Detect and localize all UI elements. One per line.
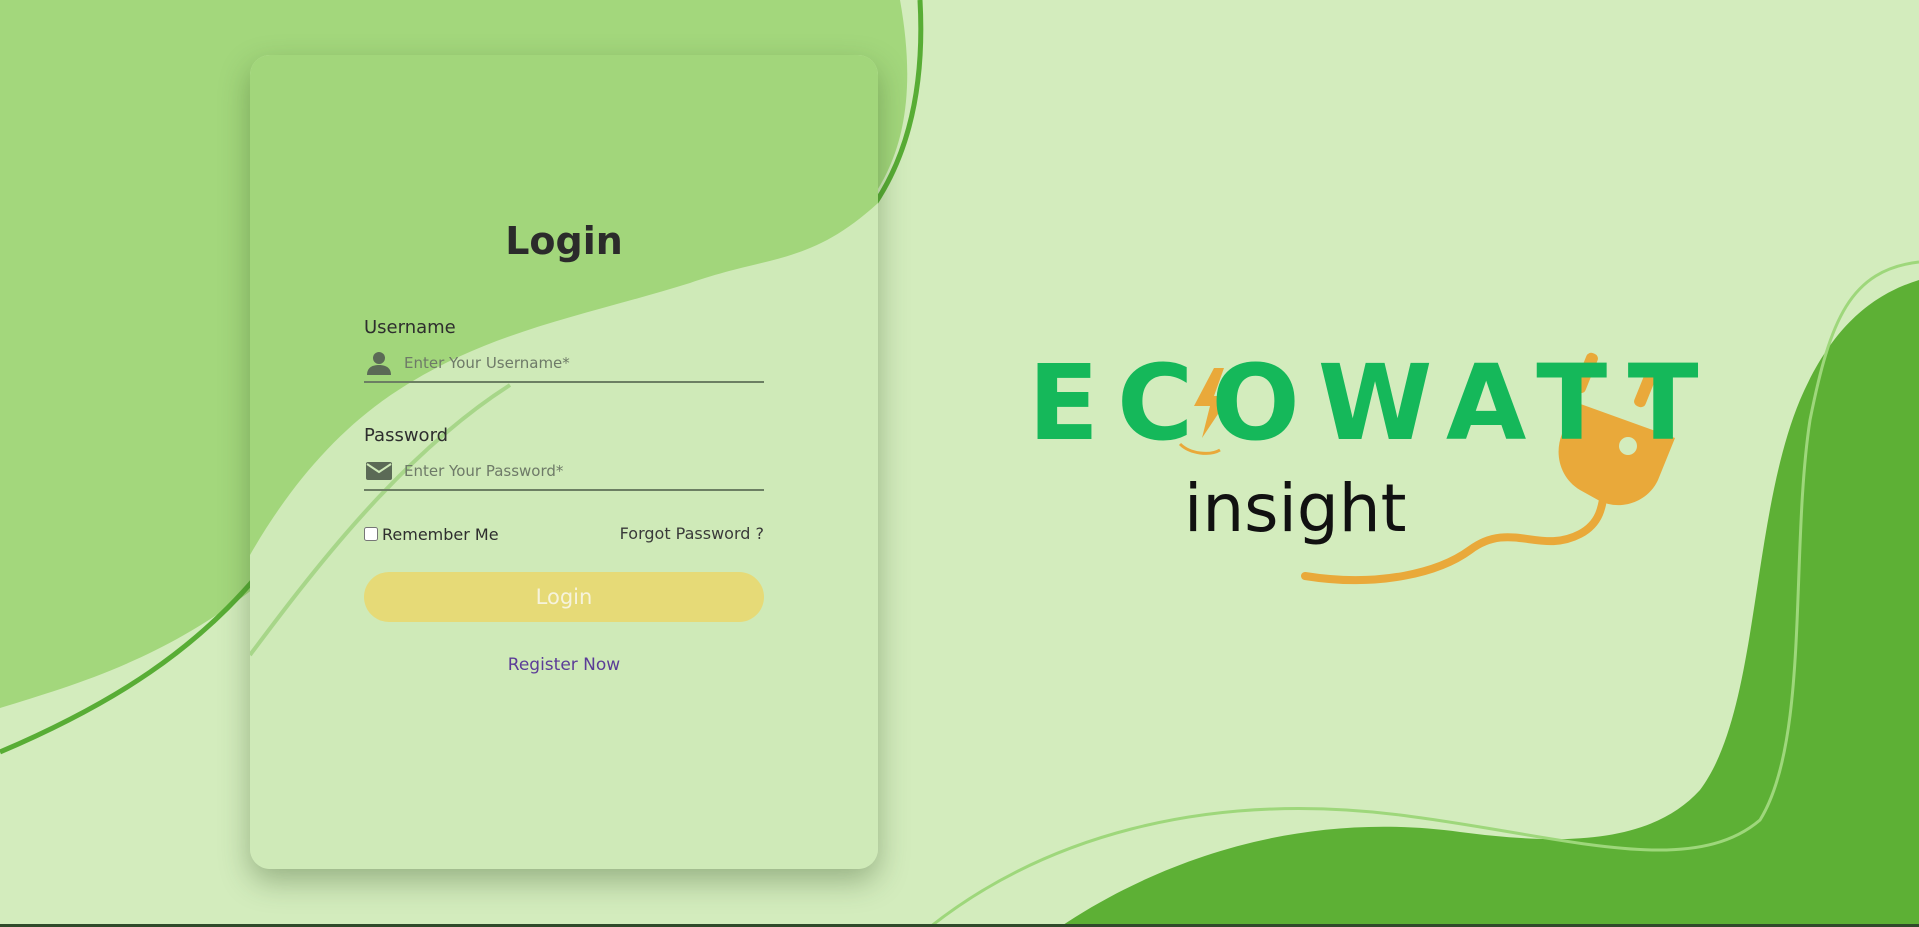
ecowatt-logo: ECOWATT insight <box>1020 340 1700 600</box>
password-field-wrapper <box>364 455 764 491</box>
remember-me-checkbox[interactable] <box>364 527 378 541</box>
login-button[interactable]: Login <box>364 572 764 622</box>
username-input[interactable] <box>404 347 759 379</box>
login-title: Login <box>505 219 623 263</box>
mail-icon <box>366 462 392 480</box>
user-icon <box>367 352 391 375</box>
brand-subtitle: insight <box>1184 470 1407 547</box>
login-card: Login Username Password Remember Me Forg… <box>250 55 878 869</box>
forgot-password-link[interactable]: Forgot Password ? <box>620 524 764 543</box>
username-field-wrapper <box>364 347 764 383</box>
password-label: Password <box>364 425 449 446</box>
password-input[interactable] <box>404 455 759 487</box>
register-now-link[interactable]: Register Now <box>250 655 878 675</box>
brand-wordmark: ECOWATT <box>1028 342 1717 464</box>
username-label: Username <box>364 317 456 338</box>
remember-me: Remember Me <box>364 523 499 545</box>
remember-me-label[interactable]: Remember Me <box>382 525 499 544</box>
